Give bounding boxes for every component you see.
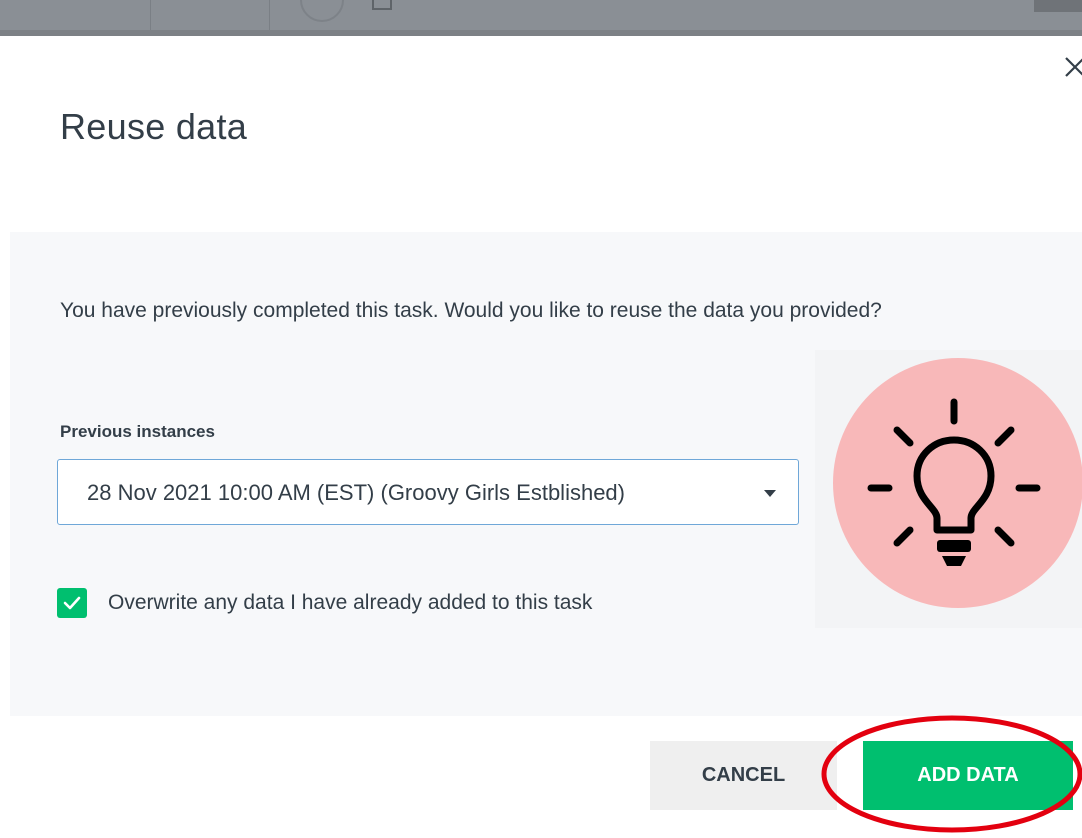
checkmark-icon	[63, 596, 81, 610]
previous-instances-select[interactable]: 28 Nov 2021 10:00 AM (EST) (Groovy Girls…	[57, 459, 799, 525]
caret-down-icon	[764, 490, 776, 497]
lightbulb-icon	[867, 398, 1041, 566]
reuse-prompt-text: You have previously completed this task.…	[60, 299, 882, 322]
add-data-button[interactable]: ADD DATA	[863, 741, 1073, 810]
modal-title: Reuse data	[60, 106, 248, 147]
close-icon	[1065, 57, 1082, 77]
tip-circle	[833, 358, 1082, 608]
background-right-block	[1034, 0, 1082, 12]
close-button[interactable]	[1064, 50, 1082, 86]
background-tab	[150, 0, 270, 30]
modal-footer: CANCEL ADD DATA	[0, 741, 1082, 821]
background-circle-icon	[300, 0, 344, 22]
previous-instances-selected-value: 28 Nov 2021 10:00 AM (EST) (Groovy Girls…	[87, 480, 625, 505]
page: Reuse data You have previously completed…	[0, 0, 1082, 838]
cancel-button[interactable]: CANCEL	[650, 741, 837, 810]
tip-graphic	[815, 350, 1082, 628]
background-document-icon	[372, 0, 392, 10]
previous-instances-label: Previous instances	[60, 422, 215, 441]
dimmed-page-background	[0, 0, 1082, 36]
overwrite-checkbox[interactable]	[57, 588, 87, 618]
background-divider	[0, 30, 1082, 36]
overwrite-checkbox-label: Overwrite any data I have already added …	[108, 591, 593, 614]
